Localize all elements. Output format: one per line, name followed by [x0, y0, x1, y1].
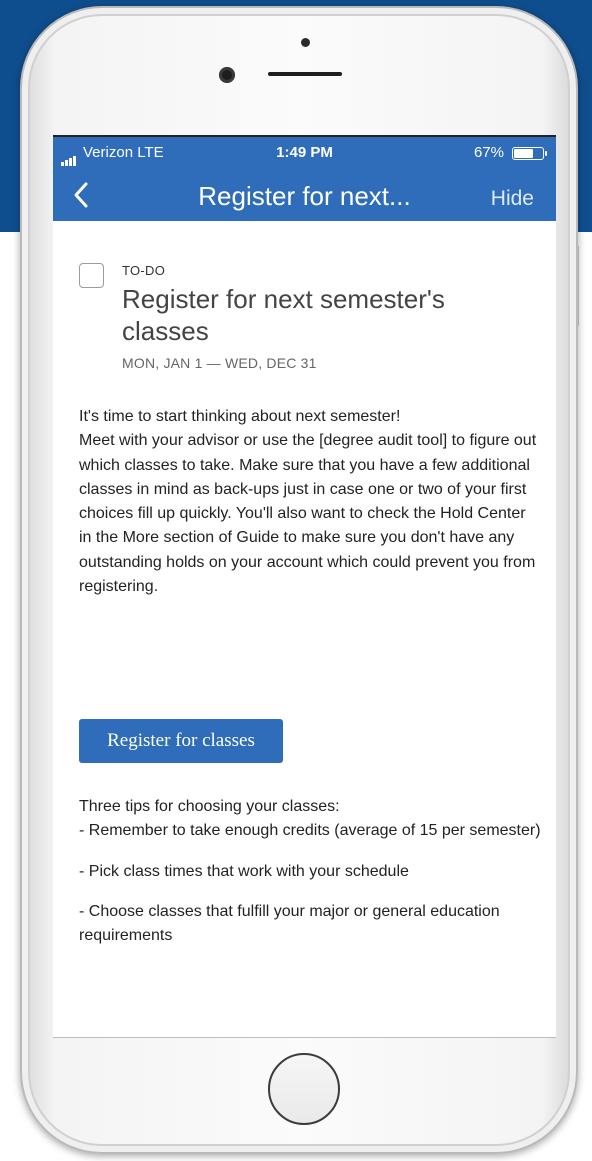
home-button[interactable] — [268, 1053, 340, 1125]
tip-item: - Remember to take enough credits (avera… — [79, 822, 541, 840]
phone-screen: Verizon LTE 1:49 PM 67% Register for nex… — [53, 135, 556, 1038]
tips-intro: Three tips for choosing your classes: — [79, 798, 340, 815]
nav-title: Register for next... — [198, 181, 411, 211]
battery-icon — [512, 147, 547, 160]
task-title: Register for next semester's classes — [122, 284, 445, 346]
register-for-classes-button[interactable]: Register for classes — [79, 719, 283, 763]
hide-button[interactable]: Hide — [491, 187, 534, 211]
tips-section: Three tips for choosing your classes: - … — [79, 795, 541, 948]
app-bar: Verizon LTE 1:49 PM 67% Register for nex… — [53, 137, 556, 221]
tip-item: - Choose classes that fulfill your major… — [79, 902, 500, 945]
proximity-sensor — [301, 38, 310, 47]
task-dates: MON, JAN 1 — WED, DEC 31 — [122, 355, 317, 371]
battery-percent: 67% — [473, 144, 504, 161]
task-complete-checkbox[interactable] — [79, 263, 104, 288]
tip-item: - Pick class times that work with your s… — [79, 862, 409, 880]
earpiece-speaker — [268, 72, 342, 76]
front-camera — [219, 67, 235, 83]
task-type-label: TO-DO — [122, 263, 166, 278]
status-bar: Verizon LTE 1:49 PM 67% — [53, 141, 556, 166]
task-description: It's time to start thinking about next s… — [79, 408, 537, 596]
